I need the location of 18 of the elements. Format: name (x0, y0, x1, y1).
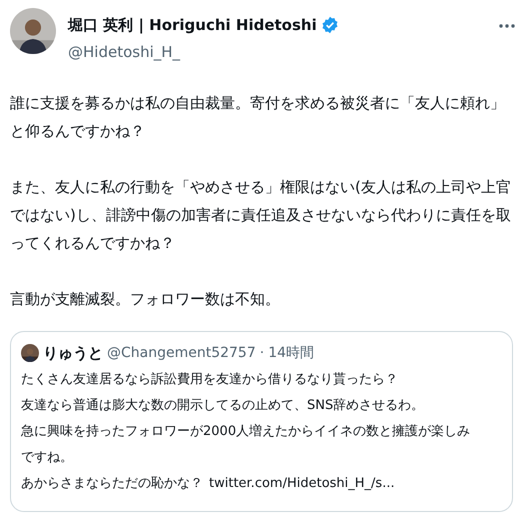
more-icon[interactable] (499, 24, 515, 28)
avatar (10, 8, 56, 54)
quote-author-name: りゅうと (43, 343, 103, 364)
quoted-tweet-card[interactable]: りゅうと @Changement52757 · 14時間 たくさん友達居るなら訴訟費用を友達から借りるなり貰ったら？ 友達なら普通は膨大な数の開示してるの止めて、SNS辞めさせるわ。 急に興味を持ったフォロワーが2000人増えたからイイネの数と擁護が楽しみですね。 あからさまならただの恥かな？ twitter.com/Hidetoshi_H_/s... (10, 331, 513, 512)
author-name: 堀口 英利 | Horiguchi Hidetoshi (68, 15, 317, 36)
separator-dot: · (260, 344, 264, 363)
tweet-text: 言動が支離滅裂。フォロワー数は不知。 (10, 289, 281, 310)
quote-text: あからさまならただの恥かな？ (21, 474, 203, 492)
avatar (21, 344, 39, 362)
author-handle: @Hidetoshi_H_ (68, 42, 182, 62)
quote-author-handle: @Changement52757 (107, 344, 256, 363)
tweet-text: また、友人に私の行動を「やめさせる」権限はない(友人は私の上司や上官ではない)し、誹謗中傷の加害者に責任追及させないなら代わりに責任を取ってくれるんですかね？ (10, 177, 512, 254)
tweet-text: 誰に支援を募るかは私の自由裁量。寄付を求める被災者に「友人に頼れ」と仰るんですかね？ (10, 93, 506, 142)
quote-text: 友達なら普通は膨大な数の開示してるの止めて、SNS辞めさせるわ。 (21, 396, 426, 414)
quote-text: たくさん友達居るなら訴訟費用を友達から借りるなり貰ったら？ (21, 370, 399, 388)
quote-link[interactable]: twitter.com/Hidetoshi_H_/s... (209, 470, 395, 496)
quote-time: 14時間 (268, 344, 314, 363)
quote-text: 急に興味を持ったフォロワーが2000人増えたからイイネの数と擁護が楽しみですね。 (21, 422, 472, 466)
